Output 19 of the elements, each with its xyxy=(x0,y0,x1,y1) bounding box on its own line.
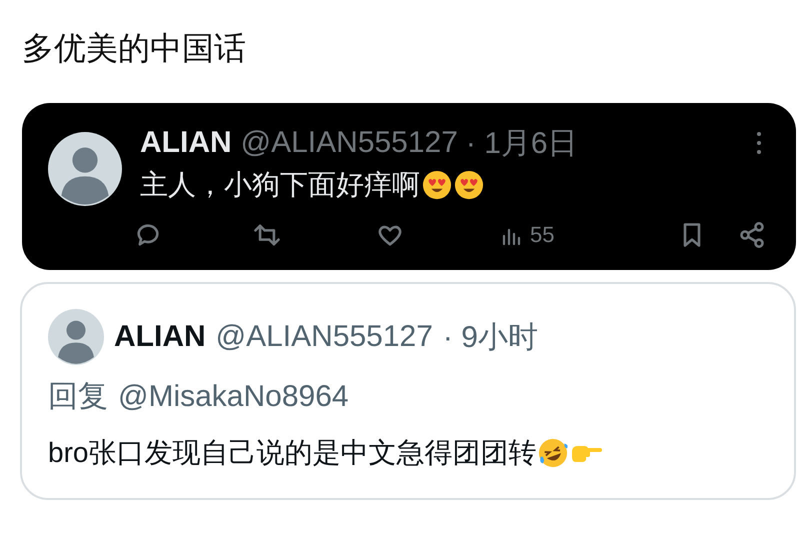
user-handle: @ALIAN555127 xyxy=(240,126,458,160)
view-count: 55 xyxy=(530,222,554,248)
mention-link[interactable]: @MisakaNo8964 xyxy=(118,375,349,419)
user-name: ALIAN xyxy=(114,320,206,354)
heart-eyes-emoji-icon xyxy=(454,170,484,200)
post-time: · 1月6日 xyxy=(466,126,578,162)
post-time: · 9小时 xyxy=(442,320,538,356)
more-icon[interactable] xyxy=(754,130,764,156)
avatar-icon xyxy=(48,309,104,365)
post-title: 多优美的中国话 xyxy=(22,29,247,68)
share-icon[interactable] xyxy=(738,221,766,249)
laughing-emoji-icon xyxy=(538,438,568,468)
reply-label: 回复 xyxy=(48,379,108,415)
avatar-icon xyxy=(48,132,122,206)
user-name: ALIAN xyxy=(140,126,232,160)
heart-eyes-emoji-icon xyxy=(422,170,452,200)
tweet-text: bro张口发现自己说的是中文急得团团转 xyxy=(48,436,536,470)
user-handle: @ALIAN555127 xyxy=(216,320,433,354)
tweet-text: 主人，小狗下面好痒啊 xyxy=(140,168,420,202)
